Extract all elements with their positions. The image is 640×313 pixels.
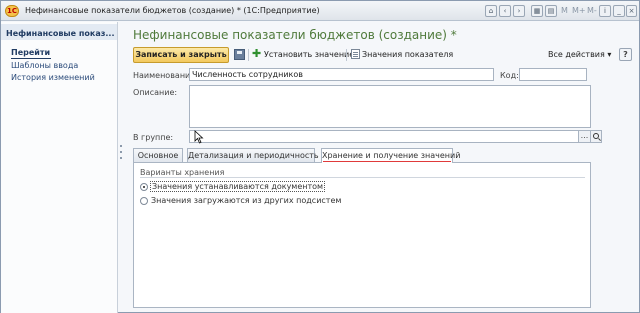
back-icon[interactable]: ‹ [499, 5, 511, 17]
nav-go-heading: Перейти [11, 48, 51, 57]
group-select-button[interactable]: ... [579, 130, 591, 143]
code-field[interactable] [519, 68, 587, 81]
main-window: 1С Нефинансовые показатели бюджетов (соз… [0, 0, 640, 313]
radio-label-loaded-from-subsystems[interactable]: Значения загружаются из других подсистем [151, 196, 341, 205]
nav-link-input-templates[interactable]: Шаблоны ввода [11, 61, 78, 70]
save-and-close-button[interactable]: Записать и закрыть [133, 47, 229, 63]
save-icon[interactable] [234, 49, 245, 60]
nav-link-change-history[interactable]: История изменений [11, 73, 95, 82]
code-label: Код: [500, 71, 519, 80]
minimize-icon[interactable]: _ [613, 5, 625, 17]
description-field[interactable] [189, 85, 591, 128]
tab-basic[interactable]: Основное [133, 148, 183, 162]
forward-icon[interactable]: › [513, 5, 525, 17]
group-field[interactable] [189, 130, 579, 143]
tab-detail-periodicity[interactable]: Детализация и периодичность [187, 148, 319, 162]
mouse-cursor-icon [194, 130, 204, 144]
radio-label-set-by-document[interactable]: Значения устанавливаются документом [149, 181, 326, 192]
favorites-icon[interactable]: i [599, 5, 611, 17]
set-value-button[interactable]: Установить значение [264, 50, 354, 59]
radio-loaded-from-subsystems[interactable] [140, 197, 148, 205]
navigation-panel: Нефинансовые показ... Перейти Шаблоны вв… [1, 22, 118, 313]
search-icon[interactable] [591, 130, 602, 143]
calendar-icon[interactable]: ▤ [545, 5, 557, 17]
memory-add-button[interactable]: M+ [572, 6, 586, 15]
active-tab-underline [323, 161, 451, 162]
form-area: Нефинансовые показатели бюджетов (создан… [124, 22, 639, 313]
radio-set-by-document[interactable] [140, 183, 148, 191]
storage-options-title: Варианты хранения [140, 168, 225, 177]
app-logo-icon[interactable]: 1С [5, 5, 19, 17]
calculator-icon[interactable]: ▦ [531, 5, 543, 17]
document-list-icon[interactable] [351, 49, 360, 59]
title-bar: 1С Нефинансовые показатели бюджетов (соз… [1, 1, 639, 21]
description-label: Описание: [133, 88, 178, 97]
storage-options-divider [140, 177, 585, 178]
nav-go-divider [11, 58, 51, 59]
window-title: Нефинансовые показатели бюджетов (создан… [25, 6, 320, 15]
indicator-values-button[interactable]: Значения показателя [362, 50, 453, 59]
storage-tab-panel: Варианты хранения Значения устанавливают… [133, 162, 591, 308]
close-icon[interactable]: × [626, 5, 637, 17]
nav-header[interactable]: Нефинансовые показ... [6, 29, 118, 38]
home-icon[interactable]: ⌂ [485, 5, 497, 17]
name-field[interactable]: Численность сотрудников [189, 68, 494, 81]
plus-icon[interactable]: ✚ [252, 48, 262, 59]
toolbar-separator [346, 49, 347, 61]
group-label: В группе: [133, 133, 174, 142]
form-title: Нефинансовые показатели бюджетов (создан… [133, 28, 457, 42]
memory-button[interactable]: M [561, 6, 568, 15]
all-actions-menu[interactable]: Все действия ▾ [548, 50, 611, 59]
toolbar-separator [248, 49, 249, 61]
help-button[interactable]: ? [619, 48, 632, 61]
memory-subtract-button[interactable]: M- [587, 6, 597, 15]
